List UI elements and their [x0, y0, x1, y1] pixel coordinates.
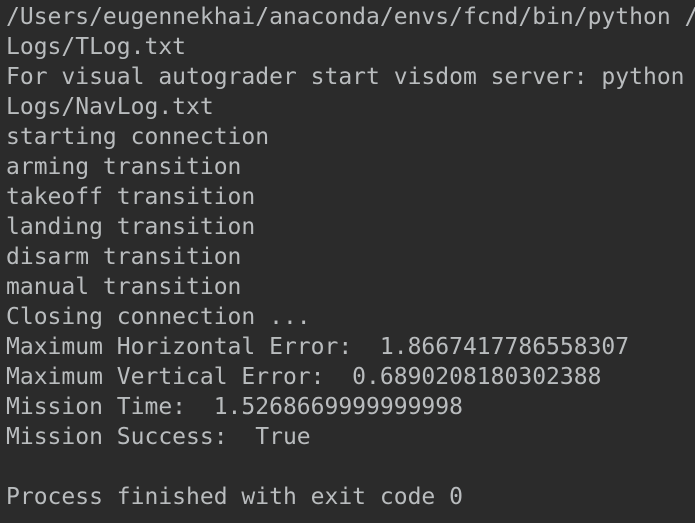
run-console-output[interactable]: /Users/eugennekhai/anaconda/envs/fcnd/bi… — [0, 0, 695, 523]
console-line-navlog-path: Logs/NavLog.txt — [6, 94, 214, 120]
console-line-mission-time: Mission Time: 1.5268669999999998 — [6, 394, 463, 420]
console-line-mission-success: Mission Success: True — [6, 424, 311, 450]
console-line-tlog-path: Logs/TLog.txt — [6, 34, 187, 60]
console-line-max-horizontal-error: Maximum Horizontal Error: 1.866741778655… — [6, 334, 630, 360]
console-line-closing-connection: Closing connection ... — [6, 304, 311, 330]
console-line-process-finished: Process finished with exit code 0 — [6, 484, 463, 510]
console-line-starting-connection: starting connection — [6, 124, 270, 150]
console-line-arming-transition: arming transition — [6, 154, 242, 180]
console-line-manual-transition: manual transition — [6, 274, 242, 300]
console-line-landing-transition: landing transition — [6, 214, 256, 240]
console-line-disarm-transition: disarm transition — [6, 244, 242, 270]
console-line-visdom-hint: For visual autograder start visdom serve… — [6, 64, 685, 90]
console-line-takeoff-transition: takeoff transition — [6, 184, 256, 210]
console-line-python-command: /Users/eugennekhai/anaconda/envs/fcnd/bi… — [6, 4, 695, 30]
console-line-max-vertical-error: Maximum Vertical Error: 0.68902081803023… — [6, 364, 602, 390]
